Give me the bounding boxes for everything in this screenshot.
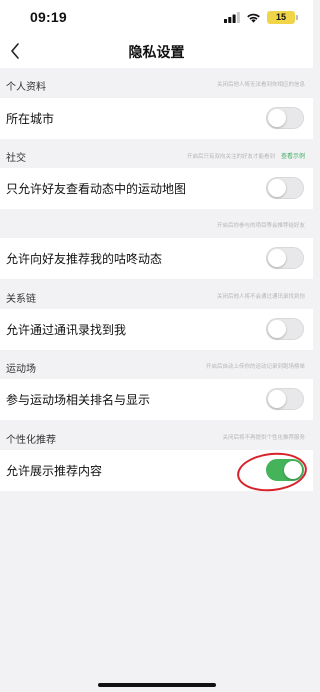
setting-label: 所在城市 [6,112,55,126]
setting-row-ranking: 参与运动场相关排名与显示 [0,379,313,420]
section-header-relationship: 关系链 关闭后他人将不会通过通讯录找到你 [0,282,313,312]
setting-row-recommend-dynamics: 允许向好友推荐我的咕咚动态 [0,238,313,279]
status-icons: 15 [224,10,298,24]
wifi-icon [247,13,260,23]
section-title: 关系链 [6,294,36,305]
city-visibility-toggle[interactable] [266,107,304,129]
section-hint: 关闭后他人将不会通过通讯录找到你 [216,294,305,300]
section-hint: 开启后你参与的项目等会推荐给好友 [216,223,305,229]
section-hint: 关闭后他人将无法看到你相应的信息 [216,82,305,88]
toggle-knob [268,390,286,408]
setting-label: 允许向好友推荐我的咕咚动态 [6,252,163,266]
setting-label: 允许展示推荐内容 [6,464,103,478]
section-title: 社交 [6,153,26,164]
nav-bar: 隐私设置 [0,34,313,68]
toggle-knob [268,179,286,197]
setting-row-contacts: 允许通过通讯录找到我 [0,309,313,350]
section-header-social: 社交 开启后只有双向关注的好友才能看到 查看示例 [0,141,313,171]
friends-only-map-toggle[interactable] [266,177,304,199]
toggle-knob [268,109,286,127]
setting-label: 允许通过通讯录找到我 [6,323,127,337]
section-hint: 关闭后将不再提供个性化推荐服务 [222,435,305,441]
section-title: 运动场 [6,364,36,375]
home-indicator [98,683,216,687]
section-header-personalization: 个性化推荐 关闭后将不再提供个性化推荐服务 [0,423,313,453]
section-header-recommend-friends: 开启后你参与的项目等会推荐给好友 [0,211,313,241]
sports-ranking-toggle[interactable] [266,388,304,410]
section-hint: 开启后只有双向关注的好友才能看到 查看示例 [187,151,305,160]
battery-indicator: 15 [267,10,298,24]
toggle-knob [268,320,286,338]
status-time: 09:19 [30,9,67,25]
section-title: 个人资料 [6,82,46,93]
section-hint-text: 开启后只有双向关注的好友才能看到 [186,154,275,160]
section-header-personal: 个人资料 关闭后他人将无法看到你相应的信息 [0,70,313,100]
setting-label: 参与运动场相关排名与显示 [6,393,151,407]
view-example-link[interactable]: 查看示例 [281,153,305,160]
signal-icon [224,11,240,23]
status-bar: 09:19 15 [0,0,313,34]
find-by-contacts-toggle[interactable] [266,318,304,340]
page-title: 隐私设置 [128,45,185,61]
setting-row-city: 所在城市 [0,98,313,139]
section-hint: 开启后自动上传你的运动记录到跑场榜单 [205,364,305,370]
toggle-knob [268,249,286,267]
setting-row-friends-map: 只允许好友查看动态中的运动地图 [0,168,313,209]
section-header-sports-field: 运动场 开启后自动上传你的运动记录到跑场榜单 [0,352,313,382]
recommend-dynamics-toggle[interactable] [266,247,304,269]
section-title: 个性化推荐 [6,435,56,446]
setting-label: 只允许好友查看动态中的运动地图 [6,182,187,196]
